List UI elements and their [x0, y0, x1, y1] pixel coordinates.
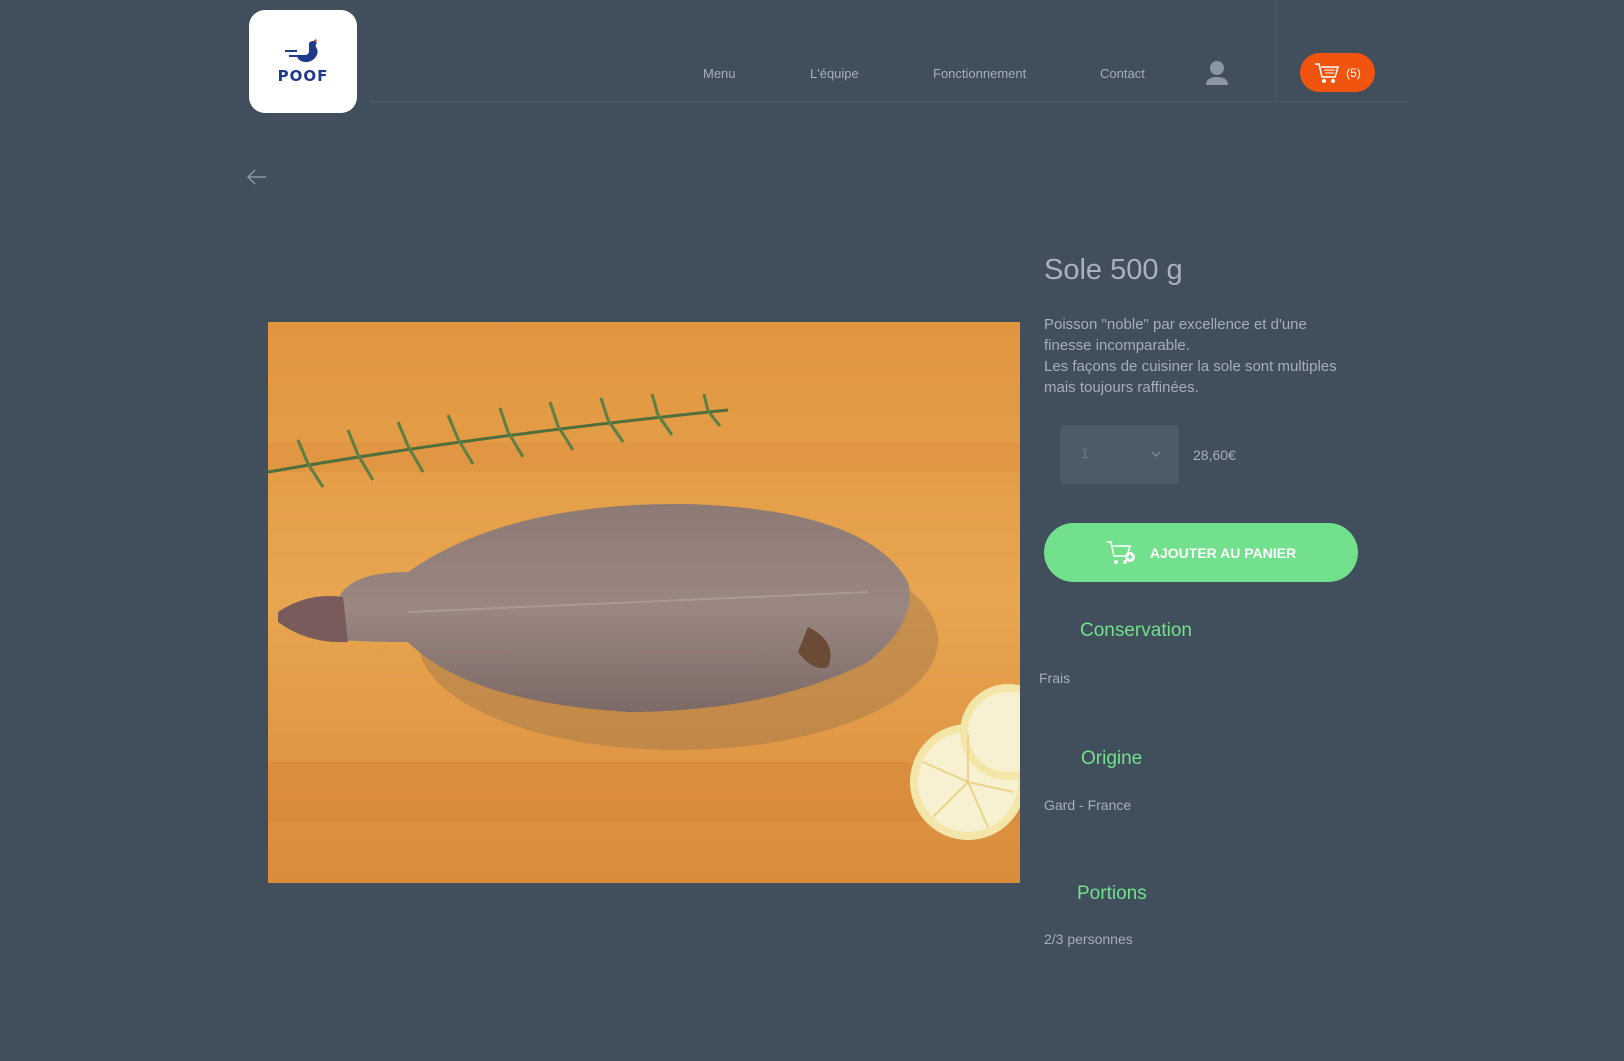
cart-plus-icon — [1106, 540, 1135, 564]
header-divider — [370, 101, 1408, 102]
quantity-value: 1 — [1081, 445, 1089, 461]
cart-icon — [1315, 62, 1340, 83]
section-title-conservation: Conservation — [1080, 620, 1192, 641]
chevron-down-icon — [1151, 451, 1161, 457]
cart-button[interactable]: (5) — [1300, 53, 1375, 92]
section-title-portions: Portions — [1077, 883, 1147, 904]
user-icon[interactable] — [1203, 58, 1231, 86]
nav-item-fonctionnement[interactable]: Fonctionnement — [933, 66, 1026, 81]
section-value-conservation: Frais — [1039, 670, 1071, 686]
logo[interactable]: POOF — [249, 10, 357, 113]
add-to-cart-button[interactable]: AJOUTER AU PANIER — [1044, 523, 1358, 582]
cart-count: (5) — [1346, 65, 1361, 80]
header-vertical-divider — [1276, 0, 1277, 101]
add-to-cart-label: AJOUTER AU PANIER — [1149, 544, 1297, 561]
nav-item-menu[interactable]: Menu — [703, 66, 736, 81]
product-description-line-1: Poisson "noble" par excellence et d'une … — [1044, 316, 1307, 354]
product-image — [268, 322, 1020, 883]
nav-item-equipe[interactable]: L'équipe — [810, 66, 859, 81]
section-title-origine: Origine — [1081, 748, 1143, 769]
product-description-line-2: Les façons de cuisiner la sole sont mult… — [1044, 358, 1337, 396]
quantity-select[interactable]: 1 — [1060, 425, 1179, 484]
section-value-portions: 2/3 personnes — [1044, 931, 1133, 947]
arrow-left-icon[interactable] — [246, 168, 268, 186]
product-title: Sole 500 g — [1044, 254, 1183, 286]
section-value-origine: Gard - France — [1044, 797, 1132, 813]
logo-text: POOF — [277, 66, 329, 85]
nav-item-contact[interactable]: Contact — [1100, 66, 1145, 81]
product-description: Poisson "noble" par excellence et d'une … — [1044, 314, 1354, 398]
rooster-icon — [285, 38, 318, 62]
product-price: 28,60€ — [1193, 447, 1236, 463]
